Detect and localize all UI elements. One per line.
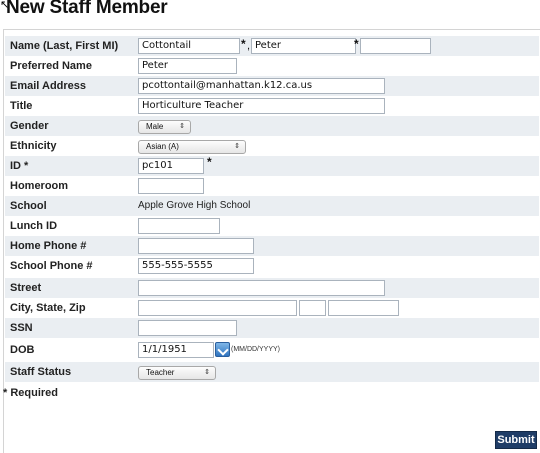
date-format-hint: (MM/DD/YYYY) — [231, 346, 280, 353]
first-name-input[interactable]: Peter — [251, 38, 356, 54]
middle-initial-input[interactable] — [360, 38, 431, 54]
ssn-input[interactable] — [138, 320, 237, 336]
row-school: School Apple Grove High School — [5, 196, 539, 216]
row-ssn: SSN — [5, 318, 539, 338]
label-ethnicity: Ethnicity — [10, 140, 57, 152]
street-input[interactable] — [138, 280, 385, 296]
required-note: * Required — [3, 387, 59, 399]
row-lunch-id: Lunch ID — [5, 216, 539, 236]
page-title: New Staff Member — [6, 0, 168, 18]
name-separator: , — [247, 40, 251, 52]
label-name: Name (Last, First MI) — [10, 40, 119, 52]
row-gender: Gender Male ⇕ — [5, 116, 539, 136]
row-street: Street — [5, 278, 539, 298]
home-phone-input[interactable] — [138, 238, 254, 254]
row-title: Title Horticulture Teacher — [5, 96, 539, 116]
row-dob: DOB 1/1/1951 (MM/DD/YYYY) — [5, 340, 539, 360]
row-name: Name (Last, First MI) Cottontail * , Pet… — [5, 36, 539, 56]
last-name-input[interactable]: Cottontail — [138, 38, 240, 54]
staff-status-selected-value: Teacher — [146, 368, 175, 377]
row-staff-status: Staff Status Teacher ⇕ — [5, 362, 539, 382]
label-gender: Gender — [10, 120, 49, 132]
calendar-icon[interactable] — [215, 342, 230, 357]
label-lunch-id: Lunch ID — [10, 220, 58, 232]
row-email: Email Address pcottontail@manhattan.k12.… — [5, 76, 539, 96]
select-arrows-icon: ⇕ — [204, 369, 210, 376]
row-homeroom: Homeroom — [5, 176, 539, 196]
label-school-phone: School Phone # — [10, 260, 93, 272]
label-street: Street — [10, 282, 42, 294]
city-input[interactable] — [138, 300, 297, 316]
label-ssn: SSN — [10, 322, 33, 334]
label-email: Email Address — [10, 80, 87, 92]
label-title: Title — [10, 100, 33, 112]
label-city-state-zip: City, State, Zip — [10, 302, 86, 314]
label-dob: DOB — [10, 344, 35, 356]
row-school-phone: School Phone # 555-555-5555 — [5, 256, 539, 276]
school-phone-input[interactable]: 555-555-5555 — [138, 258, 254, 274]
homeroom-input[interactable] — [138, 178, 204, 194]
gender-selected-value: Male — [146, 122, 164, 131]
title-input[interactable]: Horticulture Teacher — [138, 98, 385, 114]
label-staff-status: Staff Status — [10, 366, 72, 378]
label-id: ID * — [10, 160, 29, 172]
ethnicity-selected-value: Asian (A) — [146, 142, 179, 151]
lunch-id-input[interactable] — [138, 218, 220, 234]
select-arrows-icon: ⇕ — [179, 123, 185, 130]
label-homeroom: Homeroom — [10, 180, 69, 192]
label-school: School — [10, 200, 47, 212]
id-input[interactable]: pc101 — [138, 158, 204, 174]
school-value: Apple Grove High School — [138, 200, 251, 211]
staff-form: Name (Last, First MI) Cottontail * , Pet… — [3, 29, 540, 453]
row-ethnicity: Ethnicity Asian (A) ⇕ — [5, 136, 539, 156]
zip-input[interactable] — [328, 300, 399, 316]
required-marker: * — [241, 37, 246, 51]
required-marker: * — [207, 155, 212, 169]
staff-status-select[interactable]: Teacher ⇕ — [138, 366, 216, 380]
row-preferred-name: Preferred Name Peter — [5, 56, 539, 76]
label-preferred-name: Preferred Name — [10, 60, 92, 72]
row-home-phone: Home Phone # — [5, 236, 539, 256]
row-id: ID * pc101 * — [5, 155, 539, 176]
state-input[interactable] — [299, 300, 326, 316]
label-home-phone: Home Phone # — [10, 240, 87, 252]
submit-button[interactable]: Submit — [495, 431, 537, 449]
dob-input[interactable]: 1/1/1951 — [138, 342, 214, 358]
gender-select[interactable]: Male ⇕ — [138, 120, 191, 134]
row-city-state-zip: City, State, Zip — [5, 298, 539, 318]
preferred-name-input[interactable]: Peter — [138, 58, 237, 74]
ethnicity-select[interactable]: Asian (A) ⇕ — [138, 140, 246, 154]
select-arrows-icon: ⇕ — [234, 143, 240, 150]
email-input[interactable]: pcottontail@manhattan.k12.ca.us — [138, 78, 385, 94]
required-marker: * — [354, 37, 359, 51]
